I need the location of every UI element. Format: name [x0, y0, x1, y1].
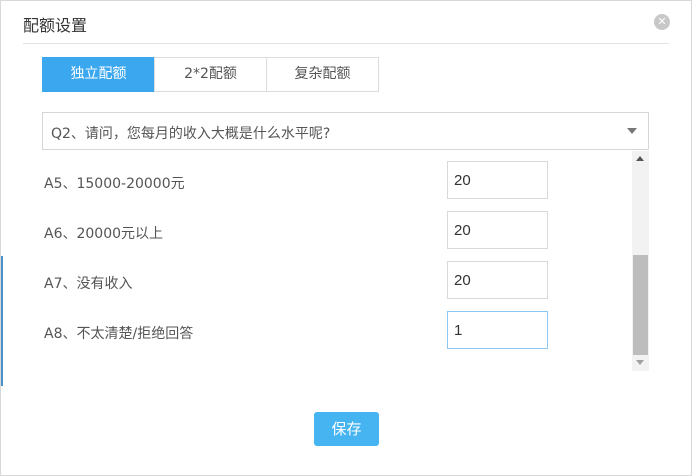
- question-select[interactable]: Q2、请问，您每月的收入大概是什么水平呢?: [42, 112, 649, 150]
- chevron-down-icon[interactable]: [627, 128, 637, 134]
- scroll-up-icon[interactable]: [636, 156, 644, 161]
- quota-value-input[interactable]: [447, 161, 548, 199]
- quota-row: A5、15000-20000元: [42, 161, 632, 201]
- question-select-value: Q2、请问，您每月的收入大概是什么水平呢?: [51, 126, 331, 142]
- quota-settings-dialog: 配额设置 ✕ 独立配额 2*2配额 复杂配额 Q2、请问，您每月的收入大概是什么…: [0, 0, 692, 476]
- tab-complex-quota[interactable]: 复杂配额: [266, 57, 379, 92]
- save-button[interactable]: 保存: [314, 412, 379, 446]
- quota-row: A7、没有收入: [42, 261, 632, 301]
- quota-option-label: A7、没有收入: [44, 276, 133, 292]
- quota-option-label: A5、15000-20000元: [44, 176, 185, 192]
- quota-option-label: A8、不太清楚/拒绝回答: [44, 326, 194, 342]
- quota-list: A5、15000-20000元 A6、20000元以上 A7、没有收入 A8、不…: [42, 151, 649, 371]
- quota-row: A8、不太清楚/拒绝回答: [42, 311, 632, 351]
- quota-option-label: A6、20000元以上: [44, 226, 164, 242]
- close-icon[interactable]: ✕: [654, 14, 670, 30]
- quota-value-input[interactable]: [447, 211, 548, 249]
- tab-independent-quota[interactable]: 独立配额: [42, 57, 155, 92]
- scrollbar-thumb[interactable]: [633, 255, 648, 355]
- tab-2x2-quota[interactable]: 2*2配额: [154, 57, 267, 92]
- header-divider: [23, 43, 669, 44]
- quota-value-input[interactable]: [447, 261, 548, 299]
- quota-type-tabs: 独立配额 2*2配额 复杂配额: [42, 57, 379, 92]
- dialog-title: 配额设置: [23, 16, 88, 35]
- quota-row: A6、20000元以上: [42, 211, 632, 251]
- quota-value-input[interactable]: [447, 311, 548, 349]
- scroll-down-icon[interactable]: [636, 360, 644, 365]
- list-scrollbar[interactable]: [632, 151, 649, 371]
- background-edge: [1, 256, 3, 386]
